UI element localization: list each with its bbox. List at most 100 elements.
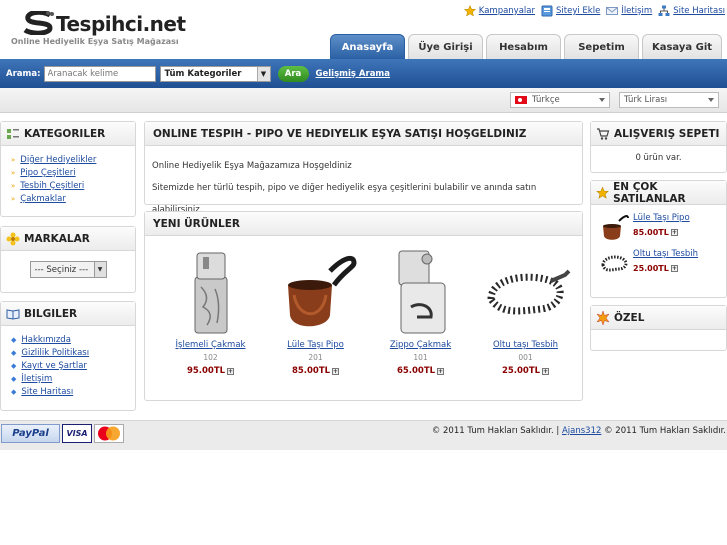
main-tabs: Anasayfa Üye Girişi Hesabım Sepetim Kasa…	[330, 34, 722, 59]
search-input[interactable]	[43, 65, 156, 82]
product-price: 85.00TL +	[263, 366, 368, 376]
cart-icon	[597, 127, 610, 140]
bestseller-name[interactable]: Oltu taşı Tesbih	[633, 249, 698, 259]
top-link-sitemap[interactable]: Site Haritası	[658, 5, 725, 17]
search-bar: Arama: Tüm Kategoriler ▼ Ara Gelişmiş Ar…	[0, 59, 727, 88]
info-item[interactable]: ◆ Kayıt ve Şartlar	[11, 360, 135, 373]
info-item[interactable]: ◆ Hakkımızda	[11, 334, 135, 347]
categories-icon	[7, 128, 19, 139]
category-item[interactable]: » Pipo Çeşitleri	[11, 167, 135, 180]
top-link-label[interactable]: Site Haritası	[673, 6, 725, 16]
product-image-lighter[interactable]	[158, 246, 263, 338]
category-item[interactable]: » Çakmaklar	[11, 193, 135, 206]
flower-icon	[6, 232, 20, 245]
add-to-cart-icon[interactable]: +	[332, 367, 340, 375]
info-link[interactable]: Gizlilik Politikası	[21, 347, 89, 360]
book-icon	[6, 308, 20, 320]
special-title: ÖZEL	[614, 311, 645, 324]
cart-box: ALIŞVERIŞ SEPETI 0 ürün var.	[590, 121, 727, 173]
product-thumb-prayer-beads[interactable]	[599, 249, 629, 277]
category-link[interactable]: Diğer Hediyelikler	[20, 154, 96, 167]
bullet-icon: ◆	[11, 375, 17, 383]
cart-title: ALIŞVERIŞ SEPETI	[614, 127, 720, 140]
info-title: BILGILER	[24, 307, 78, 320]
paypal-logo: PayPal	[1, 424, 60, 443]
bestsellers-box: EN ÇOK SATILANLAR Lüle Taşı Pipo 85.00TL…	[590, 180, 727, 298]
product-card: Zippo Çakmak 101 65.00TL +	[368, 246, 473, 376]
products-grid: İşlemeli Çakmak 102 95.00TL + Lüle Taşı P…	[145, 236, 582, 376]
paypal-text: PayPal	[12, 428, 49, 439]
bullet-icon: ◆	[11, 362, 17, 370]
product-image-pipe[interactable]	[263, 246, 368, 338]
tab-home[interactable]: Anasayfa	[330, 34, 405, 59]
product-name[interactable]: Oltu taşı Tesbih	[473, 340, 578, 350]
top-link-label[interactable]: İletişim	[621, 6, 652, 16]
product-code: 201	[308, 353, 323, 362]
add-to-cart-icon[interactable]: +	[437, 367, 445, 375]
bullet-icon: ◆	[11, 388, 17, 396]
info-link[interactable]: İletişim	[21, 373, 52, 386]
top-link-campaigns[interactable]: Kampanyalar	[463, 5, 535, 17]
product-price: 25.00TL +	[473, 366, 578, 376]
tab-checkout[interactable]: Kasaya Git	[642, 34, 722, 59]
welcome-header: ONLINE TESPIH - PIPO VE HEDIYELIK EŞYA S…	[145, 122, 582, 146]
info-link[interactable]: Site Haritası	[21, 386, 73, 399]
special-box: ÖZEL	[590, 305, 727, 351]
category-select[interactable]: Tüm Kategoriler ▼	[159, 65, 271, 82]
product-image-prayer-beads[interactable]	[473, 246, 578, 338]
product-name[interactable]: Zippo Çakmak	[368, 340, 473, 350]
advanced-search-link[interactable]: Gelişmiş Arama	[316, 69, 391, 79]
product-image-zippo[interactable]	[368, 246, 473, 338]
category-link[interactable]: Pipo Çeşitleri	[20, 167, 75, 180]
bestseller-name[interactable]: Lüle Taşı Pipo	[633, 213, 690, 223]
page: Tespihci.net Online Hediyelik Eşya Satış…	[0, 0, 727, 545]
product-price-value: 25.00TL	[501, 366, 541, 376]
brand-select[interactable]: --- Seçiniz --- ▼	[29, 261, 107, 278]
copyright-text-1: © 2011 Tum Hakları Saklıdır. |	[431, 426, 560, 436]
search-button[interactable]: Ara	[277, 65, 309, 82]
welcome-box: ONLINE TESPIH - PIPO VE HEDIYELIK EŞYA S…	[144, 121, 583, 215]
info-link[interactable]: Kayıt ve Şartlar	[21, 360, 87, 373]
tab-account[interactable]: Hesabım	[486, 34, 561, 59]
info-item[interactable]: ◆ İletişim	[11, 373, 135, 386]
top-link-bookmark[interactable]: Siteyi Ekle	[541, 5, 600, 17]
info-item[interactable]: ◆ Site Haritası	[11, 386, 135, 399]
language-select[interactable]: Türkçe	[510, 92, 610, 108]
product-code: 101	[413, 353, 428, 362]
tab-login[interactable]: Üye Girişi	[408, 34, 483, 59]
chevron-down-icon[interactable]: ▼	[93, 262, 106, 277]
product-thumb-pipe[interactable]	[599, 213, 629, 241]
categories-header: KATEGORILER	[1, 122, 135, 146]
category-link[interactable]: Çakmaklar	[20, 193, 66, 206]
info-link[interactable]: Hakkımızda	[21, 334, 71, 347]
add-to-cart-icon[interactable]: +	[670, 229, 678, 236]
bestseller-price-value: 85.00TL	[633, 228, 669, 237]
top-link-contact[interactable]: İletişim	[606, 5, 652, 17]
add-to-cart-icon[interactable]: +	[542, 367, 550, 375]
site-logo[interactable]: Tespihci.net Online Hediyelik Eşya Satış…	[11, 9, 186, 49]
star-icon	[463, 5, 476, 17]
add-to-cart-icon[interactable]: +	[227, 367, 235, 375]
product-price-value: 85.00TL	[291, 366, 331, 376]
top-link-label[interactable]: Kampanyalar	[479, 6, 535, 16]
chevron-down-icon[interactable]: ▼	[256, 66, 270, 81]
top-link-label[interactable]: Siteyi Ekle	[556, 6, 600, 16]
currency-select[interactable]: Türk Lirası	[619, 92, 719, 108]
info-item[interactable]: ◆ Gizlilik Politikası	[11, 347, 135, 360]
burst-icon	[596, 310, 610, 325]
category-link[interactable]: Tesbih Çeşitleri	[20, 180, 84, 193]
add-to-cart-icon[interactable]: +	[670, 265, 678, 272]
new-products-title: YENI ÜRÜNLER	[153, 217, 240, 230]
chevron-down-icon	[599, 98, 605, 102]
product-name[interactable]: Lüle Taşı Pipo	[263, 340, 368, 350]
mastercard-icon	[98, 426, 120, 441]
star-icon	[596, 186, 609, 199]
product-price: 65.00TL +	[368, 366, 473, 376]
bestseller-item: Lüle Taşı Pipo 85.00TL +	[599, 213, 726, 249]
agency-link[interactable]: Ajans312	[562, 426, 601, 436]
product-name[interactable]: İşlemeli Çakmak	[158, 340, 263, 350]
category-item[interactable]: » Tesbih Çeşitleri	[11, 180, 135, 193]
tab-cart[interactable]: Sepetim	[564, 34, 639, 59]
new-products-box: YENI ÜRÜNLER İşlemeli Çakmak 102 95.00TL…	[144, 211, 583, 401]
category-item[interactable]: » Diğer Hediyelikler	[11, 154, 135, 167]
